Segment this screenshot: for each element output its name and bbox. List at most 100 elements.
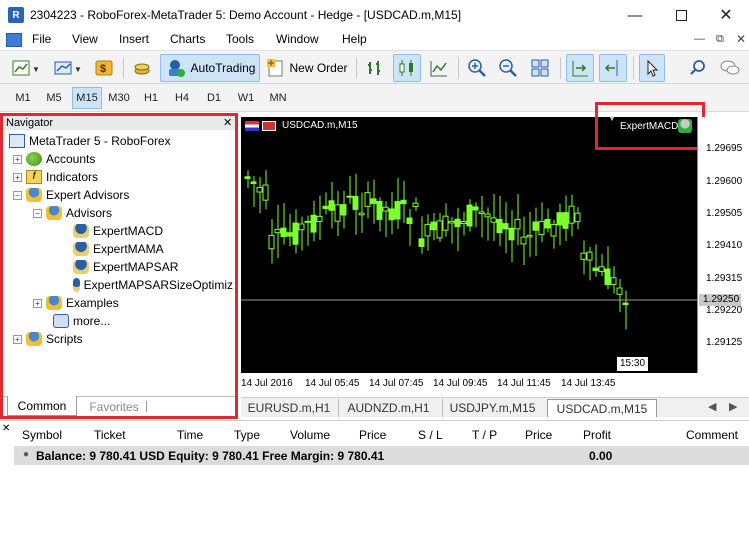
time-tick: 14 Jul 09:45 — [433, 378, 488, 389]
search-button[interactable] — [686, 54, 710, 82]
profiles-button[interactable]: ▼ — [50, 54, 86, 82]
chart-tab-eurusd[interactable]: EURUSD.m,H1 — [244, 399, 334, 417]
candlestick-chart — [241, 170, 697, 330]
tree-item-examples[interactable]: + Examples — [5, 294, 233, 312]
col-time[interactable]: Time — [177, 428, 203, 442]
tree-item-expertmama[interactable]: ExpertMAMA — [5, 240, 233, 258]
auto-scroll-button[interactable] — [566, 54, 594, 82]
timeframe-w1[interactable]: W1 — [231, 87, 261, 109]
candle-body — [394, 201, 401, 220]
new-chart-button[interactable]: ▼ — [8, 54, 44, 82]
toolbox-close-icon[interactable]: ✕ — [2, 423, 10, 434]
tab-common[interactable]: Common — [7, 396, 77, 416]
timeframe-m15[interactable]: M15 — [72, 87, 102, 109]
navigator-header: Navigator — [3, 116, 235, 130]
market-watch-button[interactable]: $ — [92, 54, 116, 82]
tab-favorites[interactable]: Favorites — [83, 397, 145, 416]
menu-window[interactable]: Window — [276, 32, 319, 46]
timeframe-m30[interactable]: M30 — [104, 87, 134, 109]
tree-item-scripts[interactable]: + Scripts — [5, 330, 233, 348]
menu-help[interactable]: Help — [342, 32, 367, 46]
tree-label: Accounts — [46, 152, 96, 166]
new-order-button[interactable]: New Order — [264, 54, 350, 82]
candlestick-icon — [399, 60, 413, 76]
candle-body — [502, 223, 509, 230]
expand-icon[interactable]: + — [33, 298, 42, 308]
line-chart-button[interactable] — [426, 54, 452, 82]
col-sl[interactable]: S / L — [418, 428, 443, 442]
timeframe-h1[interactable]: H1 — [136, 87, 166, 109]
doc-minimize-button[interactable]: — — [694, 33, 705, 45]
tree-item-expertmapsar[interactable]: ExpertMAPSAR — [5, 258, 233, 276]
navigator-close-icon[interactable]: ✕ — [223, 116, 232, 129]
candle-body — [316, 215, 323, 223]
col-volume[interactable]: Volume — [290, 428, 330, 442]
navigator-tabs: Common Favorites — [3, 396, 235, 416]
timeframe-h4[interactable]: H4 — [167, 87, 197, 109]
timeframe-mn[interactable]: MN — [263, 87, 293, 109]
expand-icon[interactable]: + — [13, 154, 22, 164]
candle-body — [328, 200, 335, 211]
col-tp[interactable]: T / P — [472, 428, 497, 442]
expand-icon[interactable]: + — [13, 172, 22, 182]
scroll-left-icon[interactable]: ◀ — [708, 400, 716, 413]
col-ticket[interactable]: Ticket — [94, 428, 126, 442]
bar-chart-button[interactable] — [362, 54, 388, 82]
chart-canvas[interactable]: USDCAD.m,M15 ExpertMACD ▼ 15:30 — [241, 114, 697, 373]
expand-icon[interactable]: + — [13, 334, 22, 344]
menu-file[interactable]: File — [32, 32, 51, 46]
tree-item-expertmapsarsizeoptimiz[interactable]: ExpertMAPSARSizeOptimiz — [5, 276, 233, 294]
col-price-current[interactable]: Price — [525, 428, 552, 442]
menu-charts[interactable]: Charts — [170, 32, 205, 46]
col-price[interactable]: Price — [359, 428, 386, 442]
doc-close-button[interactable]: ✕ — [736, 32, 746, 46]
chart-tabs-bar: EURUSD.m,H1 AUDNZD.m,H1 USDJPY.m,M15 USD… — [241, 397, 749, 417]
col-profit[interactable]: Profit — [583, 428, 611, 442]
candlestick-button[interactable] — [393, 54, 421, 82]
scroll-right-icon[interactable]: ▶ — [729, 400, 737, 413]
tree-item-advisors[interactable]: – Advisors — [5, 204, 233, 222]
tile-windows-button[interactable] — [526, 54, 554, 82]
zoom-in-button[interactable] — [464, 54, 490, 82]
main-toolbar: ▼ ▼ $ AutoTrading New Order — [0, 50, 749, 84]
time-marker: 15:30 — [617, 357, 649, 371]
timeframe-m1[interactable]: M1 — [8, 87, 38, 109]
tree-item-expert-advisors[interactable]: – Expert Advisors — [5, 186, 233, 204]
candle-body — [286, 232, 293, 237]
line-chart-icon — [430, 61, 447, 77]
tree-root[interactable]: MetaTrader 5 - RoboForex — [5, 132, 233, 150]
price-axis[interactable]: 1.29695 1.29600 1.29505 1.29410 1.29315 … — [697, 117, 749, 373]
chart-tab-audnzd[interactable]: AUDNZD.m,H1 — [338, 399, 438, 417]
chart-shift-button[interactable] — [599, 54, 627, 82]
menu-view[interactable]: View — [72, 32, 98, 46]
tree-item-accounts[interactable]: + Accounts — [5, 150, 233, 168]
maximize-button[interactable] — [658, 0, 704, 30]
collapse-icon[interactable]: – — [33, 208, 42, 218]
cursor-button[interactable] — [639, 54, 665, 82]
autotrading-button[interactable]: AutoTrading — [160, 54, 260, 82]
minimize-button[interactable]: — — [612, 0, 658, 30]
timeframe-d1[interactable]: D1 — [199, 87, 229, 109]
zoom-in-icon — [468, 59, 486, 77]
doc-restore-button[interactable]: ⧉ — [716, 33, 724, 46]
candle-body — [400, 199, 407, 205]
collapse-icon[interactable]: – — [13, 190, 22, 200]
zoom-out-button[interactable] — [495, 54, 521, 82]
chart-tab-usdcad[interactable]: USDCAD.m,M15 — [547, 399, 657, 417]
balance-row[interactable]: ● Balance: 9 780.41 USD Equity: 9 780.41… — [14, 447, 749, 465]
timeframe-m5[interactable]: M5 — [39, 87, 69, 109]
strategy-tester-button[interactable] — [130, 54, 154, 82]
tree-item-more[interactable]: more... — [5, 312, 233, 330]
col-type[interactable]: Type — [234, 428, 260, 442]
tree-item-expertmacd[interactable]: ExpertMACD — [5, 222, 233, 240]
tree-item-indicators[interactable]: + f Indicators — [5, 168, 233, 186]
candle-body — [430, 221, 437, 231]
col-comment[interactable]: Comment — [686, 428, 738, 442]
chart-tab-usdjpy[interactable]: USDJPY.m,M15 — [442, 399, 542, 417]
chat-button[interactable] — [716, 54, 744, 82]
menu-insert[interactable]: Insert — [119, 32, 149, 46]
col-symbol[interactable]: Symbol — [22, 428, 62, 442]
app-logo-icon: R — [8, 7, 24, 23]
close-button[interactable]: ✕ — [703, 0, 749, 30]
menu-tools[interactable]: Tools — [226, 32, 254, 46]
